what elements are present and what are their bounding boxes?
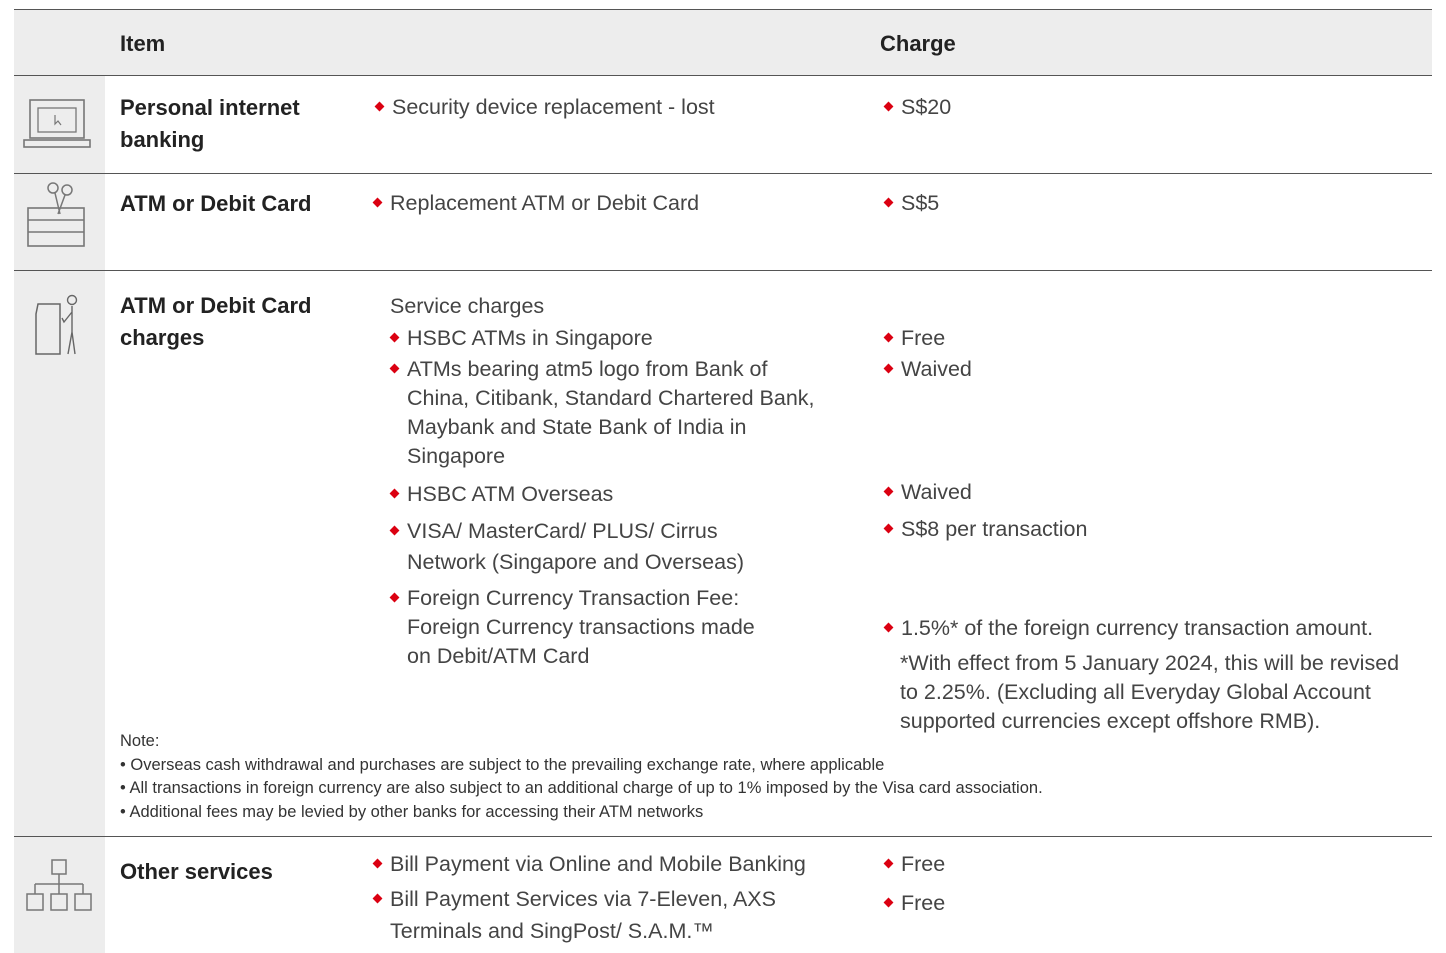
item-desc-line: on Debit/ATM Card [407, 644, 590, 668]
note-line: • All transactions in foreign currency a… [120, 779, 1043, 797]
item-desc: Bill Payment via Online and Mobile Banki… [390, 852, 806, 876]
charge-text: Waived [901, 480, 972, 504]
category-line: Personal internet [120, 95, 300, 120]
footnote-line: *With effect from 5 January 2024, this w… [900, 651, 1400, 675]
bullet-icon [883, 858, 894, 869]
list-item: ATMs bearing atm5 logo from Bank of Chin… [389, 355, 815, 471]
bullet-icon [883, 101, 894, 112]
charge-value: Free [883, 324, 946, 353]
bullet-icon [883, 363, 894, 374]
item-desc-line: Network (Singapore and Overseas) [407, 550, 744, 574]
bullet-icon [883, 197, 894, 208]
category-atm-debit-card: ATM or Debit Card [120, 191, 312, 216]
list-item: Foreign Currency Transaction Fee: Foreig… [389, 584, 755, 671]
bullet-icon [389, 363, 400, 374]
bullet-icon [374, 101, 385, 112]
list-item: HSBC ATM Overseas [389, 480, 614, 509]
charge-value: S$5 [883, 189, 940, 218]
bullet-icon [389, 525, 400, 536]
list-item: Security device replacement - lost [374, 93, 715, 122]
laptop-icon [23, 99, 91, 148]
bullet-icon [883, 523, 894, 534]
charge-value: Free [883, 850, 946, 879]
header-item: Item [120, 31, 166, 56]
charge-text: 1.5%* of the foreign currency transactio… [901, 616, 1374, 640]
service-charges-heading: Service charges [390, 294, 545, 318]
category-atm-charges: ATM or Debit Card charges [120, 290, 311, 354]
bullet-icon [389, 592, 400, 603]
footnote-line: to 2.25%. (Excluding all Everyday Global… [900, 680, 1371, 704]
charge-value: 1.5%* of the foreign currency transactio… [883, 614, 1374, 643]
item-desc-line: Bill Payment Services via 7-Eleven, AXS [390, 887, 776, 911]
card-scissors-icon [27, 182, 85, 247]
item-desc-line: VISA/ MasterCard/ PLUS/ Cirrus [407, 519, 718, 543]
footnote: *With effect from 5 January 2024, this w… [900, 649, 1399, 736]
item-desc: Replacement ATM or Debit Card [390, 191, 700, 215]
item-desc-line: Singapore [407, 444, 506, 468]
list-item: VISA/ MasterCard/ PLUS/ Cirrus Network (… [389, 517, 744, 577]
item-desc: Security device replacement - lost [392, 95, 715, 119]
divider [14, 836, 1432, 837]
list-item: Replacement ATM or Debit Card [372, 189, 700, 218]
charge-value: Free [883, 889, 946, 918]
bullet-icon [883, 622, 894, 633]
bullet-icon [883, 486, 894, 497]
charge-text: Free [901, 852, 946, 876]
bullet-icon [389, 332, 400, 343]
note-block: Note: • Overseas cash withdrawal and pur… [120, 730, 1043, 824]
note-label: Note: [120, 732, 160, 750]
item-desc-line: Maybank and State Bank of India in [407, 415, 747, 439]
bullet-icon [883, 897, 894, 908]
atm-person-icon [35, 294, 78, 355]
bullet-icon [389, 488, 400, 499]
note-line: • Additional fees may be levied by other… [120, 802, 704, 821]
bullet-icon [372, 197, 383, 208]
item-desc-line: Terminals and SingPost/ S.A.M.™ [390, 919, 714, 943]
charge-text: Waived [901, 357, 972, 381]
category-line: banking [120, 127, 205, 152]
list-item: Bill Payment Services via 7-Eleven, AXS … [372, 885, 776, 946]
item-desc: HSBC ATM Overseas [407, 482, 614, 506]
table-header [14, 10, 1432, 75]
item-desc: HSBC ATMs in Singapore [407, 326, 653, 350]
charge-value: Waived [883, 478, 972, 507]
bullet-icon [883, 332, 894, 343]
item-desc-line: Foreign Currency transactions made [407, 615, 755, 639]
charge-text: S$5 [901, 191, 940, 215]
note-line: • Overseas cash withdrawal and purchases… [120, 755, 885, 774]
charge-text: S$8 per transaction [901, 517, 1088, 541]
charge-text: S$20 [901, 95, 952, 119]
charge-value: S$8 per transaction [883, 515, 1088, 544]
item-desc-line: China, Citibank, Standard Chartered Bank… [407, 386, 815, 410]
divider [14, 270, 1432, 271]
item-desc-line: Foreign Currency Transaction Fee: [407, 586, 740, 610]
divider [14, 9, 1432, 10]
item-desc-line: ATMs bearing atm5 logo from Bank of [407, 357, 768, 381]
charge-value: S$20 [883, 93, 952, 122]
category-line: ATM or Debit Card [120, 293, 312, 318]
charge-text: Free [901, 891, 946, 915]
list-item: HSBC ATMs in Singapore [389, 324, 653, 353]
charge-value: Waived [883, 355, 972, 384]
divider [14, 173, 1432, 174]
category-other-services: Other services [120, 859, 273, 884]
category-personal-internet-banking: Personal internet banking [120, 92, 300, 156]
header-charge: Charge [880, 31, 956, 56]
divider [14, 75, 1432, 76]
charge-text: Free [901, 326, 946, 350]
category-line: charges [120, 325, 205, 350]
bullet-icon [372, 893, 383, 904]
list-item: Bill Payment via Online and Mobile Banki… [372, 850, 806, 879]
network-icon [26, 859, 92, 911]
bullet-icon [372, 858, 383, 869]
